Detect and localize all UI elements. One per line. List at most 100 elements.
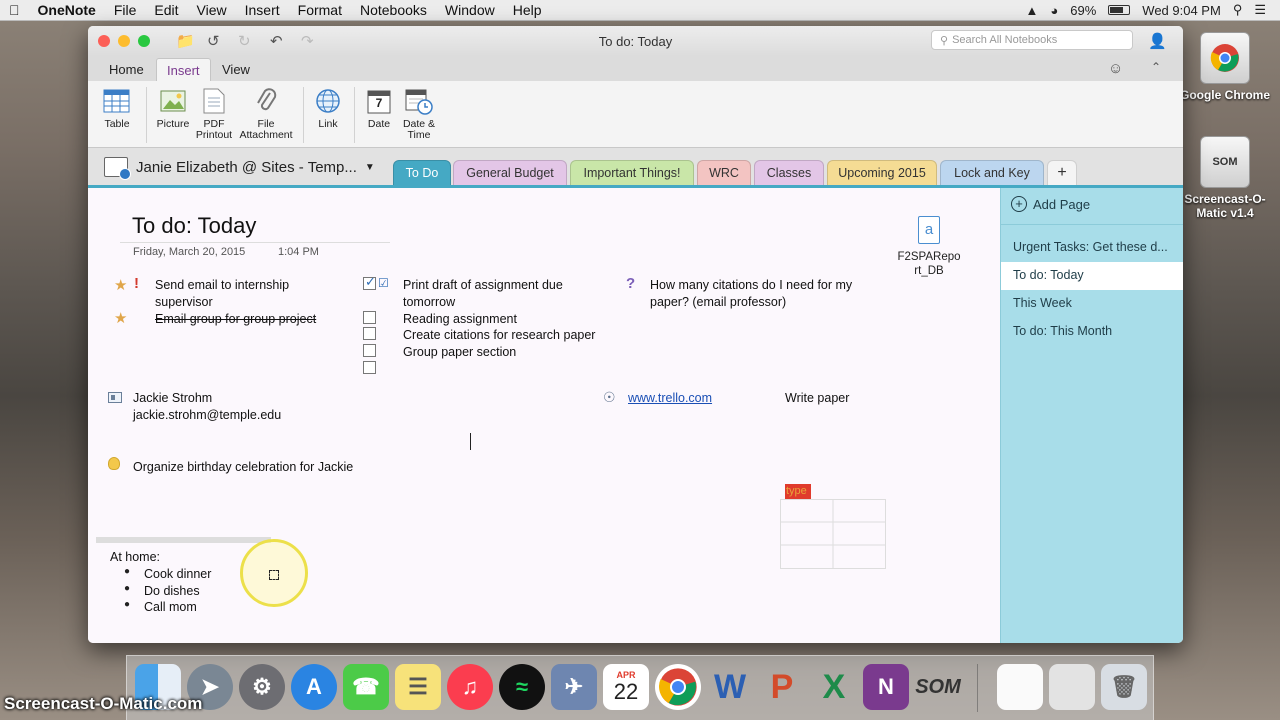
- insert-date-button[interactable]: 7 Date: [362, 87, 396, 130]
- notebook-icon: [104, 157, 131, 180]
- menu-help[interactable]: Help: [504, 2, 551, 18]
- note-container-handle[interactable]: [96, 537, 271, 543]
- table-icon: [102, 87, 132, 115]
- checkbox[interactable]: [363, 361, 376, 374]
- insert-date-time-button[interactable]: Date & Time: [400, 87, 438, 141]
- checkbox-checked[interactable]: ✓: [363, 274, 376, 290]
- itunes-icon[interactable]: ♫: [447, 664, 493, 710]
- menu-file[interactable]: File: [105, 2, 146, 18]
- chrome-dock-icon[interactable]: [655, 664, 701, 710]
- important-item[interactable]: Send email to internship supervisor: [155, 277, 315, 311]
- menu-window[interactable]: Window: [436, 2, 504, 18]
- menu-edit[interactable]: Edit: [145, 2, 187, 18]
- idea-item[interactable]: Organize birthday celebration for Jackie: [133, 459, 353, 476]
- page-item-this-week[interactable]: This Week: [1001, 290, 1183, 318]
- contact-card-icon: [108, 392, 122, 403]
- page-canvas[interactable]: To do: Today Friday, March 20, 2015 1:04…: [88, 188, 1000, 643]
- section-tab-lock-and-key[interactable]: Lock and Key: [940, 160, 1044, 185]
- contact-email[interactable]: jackie.strohm@temple.edu: [133, 407, 281, 424]
- menu-notebooks[interactable]: Notebooks: [351, 2, 436, 18]
- page-item-to-do-today[interactable]: To do: Today: [1001, 262, 1183, 290]
- document-icon[interactable]: [997, 664, 1043, 710]
- section-tab-general-budget[interactable]: General Budget: [453, 160, 567, 185]
- wifi-icon[interactable]: ◕: [1050, 3, 1058, 18]
- add-page-button[interactable]: + Add Page: [1011, 196, 1090, 212]
- home-list-item[interactable]: Cook dinner: [144, 566, 211, 583]
- important-item-done[interactable]: Email group for group project: [155, 311, 316, 328]
- trash-icon[interactable]: 🗑: [1101, 664, 1147, 710]
- downloads-stack-icon[interactable]: [1049, 664, 1095, 710]
- section-tab-classes[interactable]: Classes: [754, 160, 824, 185]
- contact-name[interactable]: Jackie Strohm: [133, 390, 212, 407]
- page-item-urgent-tasks[interactable]: Urgent Tasks: Get these d...: [1001, 234, 1183, 262]
- system-preferences-icon[interactable]: ⚙: [239, 664, 285, 710]
- home-list-heading[interactable]: At home:: [110, 549, 160, 566]
- notification-center-icon[interactable]: ☰: [1254, 2, 1266, 18]
- notes-icon[interactable]: ☰: [395, 664, 441, 710]
- excel-icon[interactable]: X: [811, 664, 857, 710]
- share-person-icon[interactable]: 👤: [1148, 32, 1167, 50]
- home-list-item[interactable]: Call mom: [144, 599, 197, 616]
- screencast-dock-icon[interactable]: SOM: [915, 664, 961, 710]
- star-icon: ★: [114, 277, 128, 294]
- page-title[interactable]: To do: Today: [132, 213, 256, 239]
- section-tab-upcoming-2015[interactable]: Upcoming 2015: [827, 160, 937, 185]
- section-tab-wrc[interactable]: WRC: [697, 160, 751, 185]
- battery-percent[interactable]: 69%: [1070, 3, 1096, 18]
- notebook-selector[interactable]: Janie Elizabeth @ Sites - Temp... ▼: [104, 157, 375, 180]
- powerpoint-icon[interactable]: P: [759, 664, 805, 710]
- onenote-dock-icon[interactable]: N: [863, 664, 909, 710]
- checkbox[interactable]: [363, 311, 376, 324]
- todo-item[interactable]: Print draft of assignment due tomorrow: [403, 277, 588, 311]
- menu-view[interactable]: View: [188, 2, 236, 18]
- table-header-cell[interactable]: type: [785, 484, 811, 499]
- section-tab-to-do[interactable]: To Do: [393, 160, 451, 185]
- add-section-button[interactable]: +: [1047, 160, 1077, 185]
- checkbox[interactable]: [363, 344, 376, 357]
- question-item[interactable]: How many citations do I need for my pape…: [650, 277, 855, 311]
- app-store-icon[interactable]: A: [291, 664, 337, 710]
- battery-icon[interactable]: [1108, 5, 1131, 15]
- checkbox[interactable]: [363, 327, 376, 340]
- todo-item[interactable]: Create citations for research paper: [403, 327, 595, 344]
- preview-icon[interactable]: ✈: [551, 664, 597, 710]
- page-item-this-month[interactable]: To do: This Month: [1001, 318, 1183, 346]
- tab-home[interactable]: Home: [99, 58, 154, 81]
- drive-icon[interactable]: ▲: [1026, 3, 1039, 18]
- spotify-icon[interactable]: ≈: [499, 664, 545, 710]
- smiley-feedback-icon[interactable]: ☺: [1108, 60, 1123, 77]
- clock[interactable]: Wed 9:04 PM: [1142, 3, 1221, 18]
- collapse-ribbon-icon[interactable]: ⌃: [1151, 60, 1161, 74]
- table[interactable]: [780, 499, 886, 569]
- ribbon-divider: [354, 87, 355, 143]
- chrome-icon: [1200, 32, 1250, 84]
- trello-link[interactable]: www.trello.com: [628, 390, 712, 407]
- section-tab-important-things[interactable]: Important Things!: [570, 160, 694, 185]
- todo-item[interactable]: Group paper section: [403, 344, 516, 361]
- tab-view[interactable]: View: [212, 58, 260, 81]
- desktop-icon-chrome[interactable]: Google Chrome: [1170, 32, 1280, 102]
- bullet: ●: [124, 599, 131, 610]
- insert-pdf-printout-button[interactable]: PDF Printout: [194, 87, 234, 141]
- menu-insert[interactable]: Insert: [236, 2, 289, 18]
- word-icon[interactable]: W: [707, 664, 753, 710]
- app-menu[interactable]: OneNote: [29, 2, 105, 18]
- facetime-icon[interactable]: ☎: [343, 664, 389, 710]
- menu-format[interactable]: Format: [289, 2, 351, 18]
- insert-table-button[interactable]: Table: [98, 87, 136, 130]
- insert-link-button[interactable]: Link: [310, 87, 346, 130]
- search-notebooks-input[interactable]: ⚲ Search All Notebooks: [931, 30, 1133, 50]
- home-list-item[interactable]: Do dishes: [144, 583, 200, 600]
- apple-menu-icon[interactable]: : [0, 2, 29, 18]
- insert-picture-button[interactable]: Picture: [154, 87, 192, 130]
- desktop-icon-screencast[interactable]: SOM Screencast-O-Matic v1.4: [1170, 136, 1280, 220]
- tab-insert[interactable]: Insert: [156, 58, 211, 81]
- file-attachment[interactable]: a F2SPARepo rt_DB: [888, 216, 970, 278]
- write-paper-note[interactable]: Write paper: [785, 390, 849, 407]
- calendar-icon[interactable]: APR 22: [603, 664, 649, 710]
- star-icon: ★: [114, 310, 128, 327]
- insert-file-attachment-button[interactable]: File Attachment: [236, 87, 296, 141]
- spotlight-search-icon[interactable]: ⚲: [1233, 2, 1243, 18]
- pages-pane: + Add Page Urgent Tasks: Get these d... …: [1000, 188, 1183, 643]
- todo-item[interactable]: Reading assignment: [403, 311, 517, 328]
